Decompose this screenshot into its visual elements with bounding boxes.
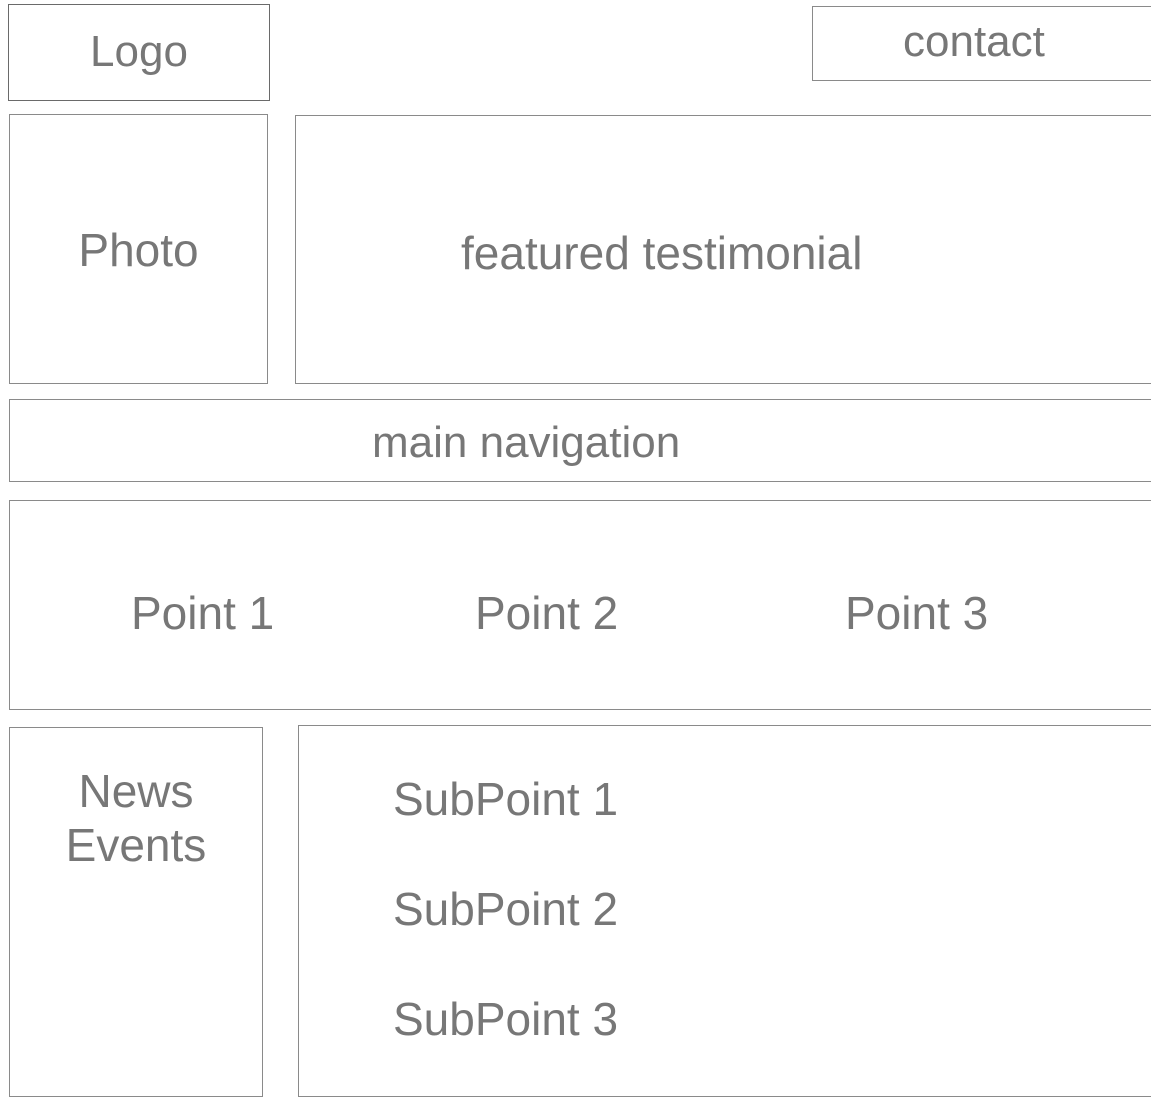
news-label: News: [78, 765, 194, 817]
testimonial-label: featured testimonial: [461, 227, 863, 279]
subpoint-2: SubPoint 2: [393, 883, 619, 935]
contact-link-placeholder[interactable]: contact: [812, 6, 1151, 81]
events-label: Events: [65, 819, 207, 871]
featured-testimonial-placeholder: featured testimonial: [295, 115, 1151, 384]
main-navigation-placeholder[interactable]: main navigation: [9, 399, 1151, 482]
photo-label: Photo: [78, 224, 199, 276]
subpoint-1: SubPoint 1: [393, 773, 619, 825]
point-1: Point 1: [131, 587, 275, 639]
points-section: Point 1 Point 2 Point 3: [9, 500, 1151, 710]
logo-placeholder[interactable]: Logo: [8, 4, 270, 101]
news-events-sidebar: News Events: [9, 727, 263, 1097]
subpoints-section: SubPoint 1 SubPoint 2 SubPoint 3: [298, 725, 1151, 1097]
subpoint-3: SubPoint 3: [393, 993, 619, 1045]
point-3: Point 3: [845, 587, 989, 639]
navigation-label: main navigation: [372, 418, 681, 467]
logo-label: Logo: [90, 27, 188, 76]
photo-placeholder: Photo: [9, 114, 268, 384]
contact-label: contact: [903, 17, 1045, 66]
point-2: Point 2: [475, 587, 619, 639]
